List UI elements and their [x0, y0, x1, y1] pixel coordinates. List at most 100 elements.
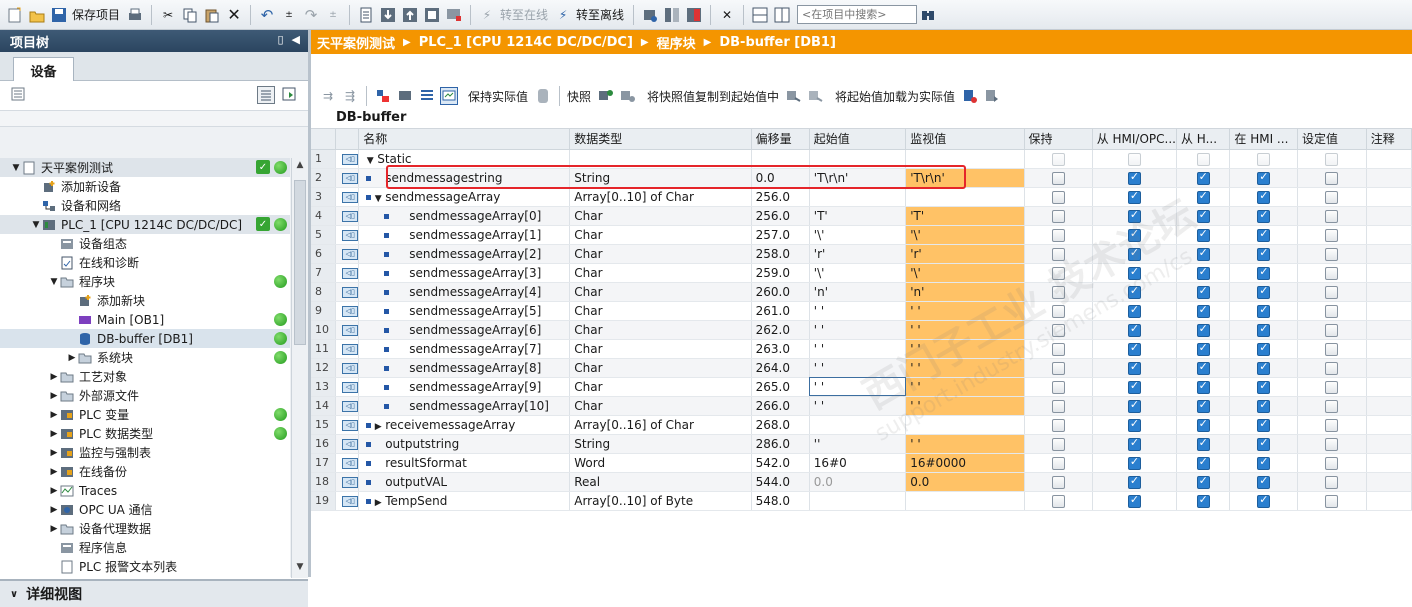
tree-item[interactable]: 添加新块 — [0, 291, 290, 310]
tree-item[interactable]: 在线和诊断 — [0, 253, 290, 272]
collapsed-caret-icon[interactable]: ▶ — [48, 467, 60, 477]
tree-view-detail-icon[interactable] — [281, 86, 299, 104]
col-header-name[interactable]: 名称 — [358, 129, 571, 150]
hmi-writable-checkbox[interactable] — [1196, 474, 1210, 489]
retain-checkbox[interactable] — [1051, 190, 1065, 204]
cell-comment[interactable] — [1366, 301, 1412, 321]
project-search-input[interactable] — [797, 5, 918, 24]
cell-start-value[interactable]: '\' — [809, 263, 907, 283]
hmi-writable-checkbox[interactable] — [1196, 152, 1210, 166]
table-row[interactable]: 15 ◁▯ ▶ receivemessageArray Array[0..16] of … — [311, 415, 1412, 435]
cell-datatype[interactable]: Char — [569, 263, 752, 283]
split-vertical-icon[interactable] — [773, 6, 791, 24]
save-icon[interactable] — [50, 6, 68, 24]
cell-comment[interactable] — [1366, 206, 1412, 226]
cell-name[interactable]: sendmessageArray[9] — [358, 377, 571, 397]
retain-checkbox[interactable] — [1051, 304, 1065, 318]
hmi-visible-checkbox[interactable] — [1257, 398, 1271, 413]
expand-all-icon[interactable] — [374, 87, 392, 105]
cell-name[interactable]: resultSformat — [358, 453, 571, 473]
tree-view-list-icon[interactable] — [257, 86, 275, 104]
hmi-visible-checkbox[interactable] — [1257, 341, 1271, 356]
new-project-icon[interactable] — [6, 6, 24, 24]
cell-start-value[interactable]: ' ' — [809, 358, 907, 378]
hmi-accessible-checkbox[interactable] — [1127, 152, 1141, 166]
cell-start-value[interactable] — [809, 415, 907, 435]
scroll-up-icon[interactable]: ▲ — [293, 160, 307, 174]
cell-datatype[interactable]: String — [569, 434, 752, 454]
hmi-visible-checkbox[interactable] — [1257, 189, 1271, 204]
cell-datatype[interactable]: Char — [569, 320, 752, 340]
setpoint-checkbox[interactable] — [1325, 418, 1339, 432]
setpoint-checkbox[interactable] — [1325, 456, 1339, 470]
table-row[interactable]: 13 ◁▯ sendmessageArray[9] Char 265.0 ' ' ' ' — [311, 377, 1412, 397]
keep-actual-values-button[interactable]: 保持实际值 — [468, 88, 528, 105]
hmi-accessible-checkbox[interactable] — [1127, 417, 1141, 432]
hmi-accessible-checkbox[interactable] — [1127, 208, 1141, 223]
breadcrumb-db[interactable]: DB-buffer [DB1] — [719, 35, 836, 50]
breadcrumb-plc[interactable]: PLC_1 [CPU 1214C DC/DC/DC] — [419, 35, 633, 50]
tree-item[interactable]: 设备和网络 — [0, 196, 290, 215]
cross-reference-icon[interactable] — [663, 6, 681, 24]
cell-datatype[interactable]: Real — [569, 472, 752, 492]
col-header-comment[interactable]: 注释 — [1366, 129, 1412, 150]
download-icon[interactable] — [379, 6, 397, 24]
hmi-writable-checkbox[interactable] — [1196, 379, 1210, 394]
tree-item[interactable]: ▶ 监控与强制表 — [0, 443, 290, 462]
cell-datatype[interactable]: Array[0..16] of Char — [569, 415, 752, 435]
insert-row-icon[interactable]: ⇉ — [319, 87, 337, 105]
collapsed-caret-icon[interactable]: ▶ — [48, 505, 60, 515]
retain-checkbox[interactable] — [1051, 209, 1065, 223]
hmi-writable-checkbox[interactable] — [1196, 398, 1210, 413]
hmi-visible-checkbox[interactable] — [1257, 417, 1271, 432]
retain-checkbox[interactable] — [1051, 266, 1065, 280]
cell-datatype[interactable]: Char — [569, 396, 752, 416]
hmi-visible-checkbox[interactable] — [1257, 322, 1271, 337]
hmi-visible-checkbox[interactable] — [1257, 152, 1271, 166]
col-header-hmi-visible[interactable]: 在 HMI ... — [1229, 129, 1298, 150]
tree-item[interactable]: ▼ PLC_1 [CPU 1214C DC/DC/DC] ✓ — [0, 215, 290, 234]
cell-start-value[interactable]: ' ' — [809, 339, 907, 359]
cell-comment[interactable] — [1366, 225, 1412, 245]
table-row[interactable]: 9 ◁▯ sendmessageArray[5] Char 261.0 ' ' ' ' — [311, 301, 1412, 321]
cell-comment[interactable] — [1366, 339, 1412, 359]
tree-scrollbar[interactable]: ▲ ▼ — [291, 158, 308, 578]
cell-start-value[interactable]: 0.0 — [809, 472, 907, 492]
hmi-writable-checkbox[interactable] — [1196, 170, 1210, 185]
hmi-visible-checkbox[interactable] — [1257, 265, 1271, 280]
retain-checkbox[interactable] — [1051, 361, 1065, 375]
col-header-setpoint[interactable]: 设定值 — [1297, 129, 1367, 150]
tree-item[interactable]: ▶ 在线备份 — [0, 462, 290, 481]
cell-start-value[interactable]: '\' — [809, 225, 907, 245]
collapse-left-icon[interactable]: ◀ — [292, 33, 300, 46]
pin-icon[interactable]: ▯ — [277, 33, 283, 46]
hmi-writable-checkbox[interactable] — [1196, 417, 1210, 432]
cell-start-value[interactable]: 'n' — [809, 282, 907, 302]
retain-checkbox[interactable] — [1051, 437, 1065, 451]
detail-view-bar[interactable]: ∨ 详细视图 — [0, 579, 308, 607]
cell-start-value[interactable]: '' — [809, 434, 907, 454]
collapsed-caret-icon[interactable]: ▶ — [48, 429, 60, 439]
show-all-icon[interactable] — [418, 87, 436, 105]
load-start-icon[interactable] — [961, 87, 979, 105]
collapsed-caret-icon[interactable]: ▶ — [371, 498, 385, 508]
setpoint-checkbox[interactable] — [1325, 190, 1339, 204]
tree-item[interactable]: ▶ 设备代理数据 — [0, 519, 290, 538]
setpoint-checkbox[interactable] — [1325, 323, 1339, 337]
setpoint-checkbox[interactable] — [1325, 380, 1339, 394]
cell-name[interactable]: sendmessageArray[4] — [358, 282, 571, 302]
cell-name[interactable]: sendmessageArray[0] — [358, 206, 571, 226]
cell-name[interactable]: sendmessagestring — [358, 168, 571, 188]
hmi-writable-checkbox[interactable] — [1196, 303, 1210, 318]
tree-item[interactable]: Main [OB1] — [0, 310, 290, 329]
tree-item[interactable]: ▶ Traces — [0, 481, 290, 500]
hmi-accessible-checkbox[interactable] — [1127, 189, 1141, 204]
cell-name[interactable]: ▶ receivemessageArray — [358, 415, 571, 435]
table-row[interactable]: 19 ◁▯ ▶ TempSend Array[0..10] of Byte 548.0 — [311, 491, 1412, 511]
cell-comment[interactable] — [1366, 149, 1412, 169]
cell-name[interactable]: sendmessageArray[10] — [358, 396, 571, 416]
hmi-accessible-checkbox[interactable] — [1127, 322, 1141, 337]
setpoint-checkbox[interactable] — [1325, 266, 1339, 280]
collapse-all-icon[interactable] — [396, 87, 414, 105]
cell-name[interactable]: sendmessageArray[3] — [358, 263, 571, 283]
